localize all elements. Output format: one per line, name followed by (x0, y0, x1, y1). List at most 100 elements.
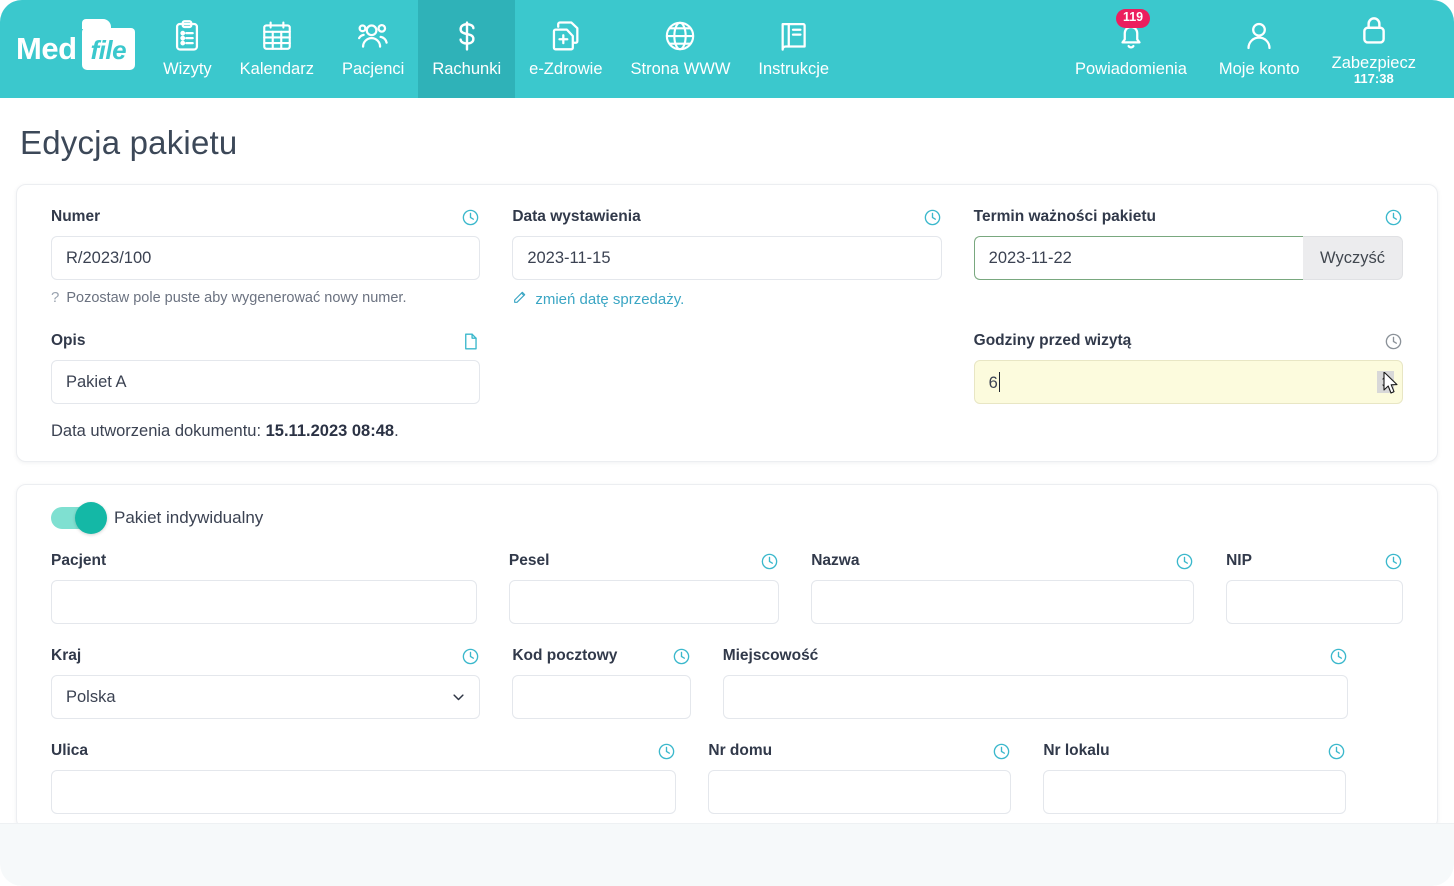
document-details-card: Numer ? Pozostaw pole puste aby wygenero… (16, 184, 1438, 462)
clock-icon[interactable] (760, 552, 779, 571)
field-label: Pacjent (51, 552, 107, 569)
brand-file-text: file (90, 35, 127, 65)
globe-icon (663, 19, 697, 53)
nav-item-label: Powiadomienia (1074, 60, 1187, 78)
nav-item-label: Rachunki (432, 60, 502, 78)
created-suffix: . (394, 422, 399, 440)
nav-item-moje-konto[interactable]: Moje konto (1203, 0, 1316, 98)
clock-icon[interactable] (992, 742, 1011, 761)
individual-package-toggle-row: Pakiet indywidualny (35, 502, 1419, 551)
clock-icon[interactable] (672, 647, 691, 666)
clock-icon[interactable] (1384, 208, 1403, 227)
ulica-input[interactable] (51, 770, 677, 814)
opis-input[interactable] (51, 360, 481, 404)
field-miejscowosc: Miejscowość (707, 646, 1364, 719)
lock-icon (1357, 13, 1391, 47)
clock-icon[interactable] (461, 208, 480, 227)
kraj-selected-value: Polska (66, 687, 116, 706)
field-nr-lokalu: Nr lokalu (1027, 741, 1362, 814)
field-termin-waznosci: Termin ważności pakietu Wyczyść (958, 207, 1419, 309)
miejscowosc-input[interactable] (722, 675, 1349, 719)
patient-details-card: Pakiet indywidualny Pacjent Pesel Nazwa … (16, 484, 1438, 829)
nav-item-kalendarz[interactable]: Kalendarz (226, 0, 328, 98)
nip-input[interactable] (1226, 580, 1404, 624)
data-wystawienia-input[interactable] (512, 236, 942, 280)
nav-item-wizyty[interactable]: Wizyty (149, 0, 226, 98)
nr-lokalu-input[interactable] (1043, 770, 1347, 814)
text-caret (998, 371, 1001, 392)
field-spacer (496, 331, 957, 404)
kod-pocztowy-input[interactable] (512, 675, 691, 719)
created-prefix: Data utworzenia dokumentu: (51, 422, 266, 440)
nav-item-label: e-Zdrowie (529, 60, 603, 78)
top-navigation-bar: Med file Wizyty Kalendarz Pacjenci Rachu… (0, 0, 1454, 98)
clock-icon[interactable] (1175, 552, 1194, 571)
edit-pencil-icon (512, 289, 528, 309)
user-icon (1242, 19, 1276, 53)
field-nr-domu: Nr domu (692, 741, 1027, 814)
nazwa-input[interactable] (811, 580, 1195, 624)
brand-folder-icon: file (81, 28, 136, 70)
nav-item-instrukcje[interactable]: Instrukcje (744, 0, 843, 98)
field-label: Nr domu (708, 742, 773, 759)
nav-item-label: Strona WWW (630, 60, 731, 78)
notification-count-badge: 119 (1115, 9, 1151, 28)
field-kod-pocztowy: Kod pocztowy (496, 646, 706, 719)
brand-logo[interactable]: Med file (0, 0, 149, 98)
field-label: Termin ważności pakietu (973, 208, 1156, 225)
clock-icon[interactable] (923, 208, 942, 227)
change-sale-date-link[interactable]: zmień datę sprzedaży. (512, 289, 941, 309)
field-label: Miejscowość (722, 647, 819, 664)
field-data-wystawienia: Data wystawienia 2023-11-15 zmień datę s… (496, 207, 957, 309)
card1-row-1: Numer ? Pozostaw pole puste aby wygenero… (35, 207, 1419, 313)
field-label: Data wystawienia (512, 208, 641, 225)
brand-med-text: Med (16, 31, 77, 66)
bell-icon: 119 (1114, 9, 1151, 53)
numer-input[interactable] (51, 236, 481, 280)
clock-icon[interactable] (1329, 647, 1348, 666)
field-pesel: Pesel (493, 551, 795, 624)
clock-icon[interactable] (657, 742, 676, 761)
document-icon[interactable] (461, 332, 480, 351)
nav-item-zabezpiecz[interactable]: Zabezpiecz 117:38 (1316, 0, 1432, 98)
termin-waznosci-input[interactable] (973, 236, 1304, 280)
number-stepper[interactable] (1376, 371, 1394, 393)
app-window: Med file Wizyty Kalendarz Pacjenci Rachu… (0, 0, 1454, 886)
health-docs-icon (549, 19, 583, 53)
clock-icon[interactable] (1384, 332, 1403, 351)
calendar-icon (260, 19, 294, 53)
nav-item-powiadomienia[interactable]: 119 Powiadomienia (1059, 0, 1203, 98)
nav-item-list: Wizyty Kalendarz Pacjenci Rachunki e-Zdr… (149, 0, 843, 98)
clipboard-icon (170, 19, 204, 53)
pesel-input[interactable] (508, 580, 780, 624)
pacjent-input[interactable] (51, 580, 477, 624)
clear-termin-button[interactable]: Wyczyść (1303, 236, 1403, 280)
clock-icon[interactable] (1384, 552, 1403, 571)
field-label: Kraj (51, 647, 82, 664)
book-icon (777, 19, 811, 53)
field-label: Kod pocztowy (512, 647, 618, 664)
godziny-value: 6 (988, 373, 998, 392)
field-numer: Numer ? Pozostaw pole puste aby wygenero… (35, 207, 496, 309)
clock-icon[interactable] (1327, 742, 1346, 761)
nr-domu-input[interactable] (708, 770, 1012, 814)
clock-icon[interactable] (461, 647, 480, 666)
field-label: Nr lokalu (1043, 742, 1110, 759)
toggle-knob (75, 502, 107, 534)
field-label: Nazwa (811, 552, 860, 569)
field-label: Numer (51, 208, 101, 225)
question-mark-icon: ? (51, 289, 60, 306)
nav-item-strona-www[interactable]: Strona WWW (617, 0, 745, 98)
nav-item-rachunki[interactable]: Rachunki (418, 0, 516, 98)
users-icon (356, 19, 390, 53)
card2-row-2: Kraj Polska Kod pocztowy Miejscowość (35, 646, 1419, 723)
kraj-select[interactable]: Polska (51, 675, 481, 719)
created-value: 15.11.2023 08:48 (265, 422, 395, 440)
bottom-bar (0, 823, 1454, 886)
nav-item-e-zdrowie[interactable]: e-Zdrowie (515, 0, 616, 98)
nav-item-pacjenci[interactable]: Pacjenci (328, 0, 418, 98)
individual-package-toggle[interactable] (51, 502, 107, 534)
godziny-input[interactable]: 6 (973, 360, 1403, 404)
page-title: Edycja pakietu (20, 124, 238, 161)
field-opis: Opis (35, 331, 496, 404)
